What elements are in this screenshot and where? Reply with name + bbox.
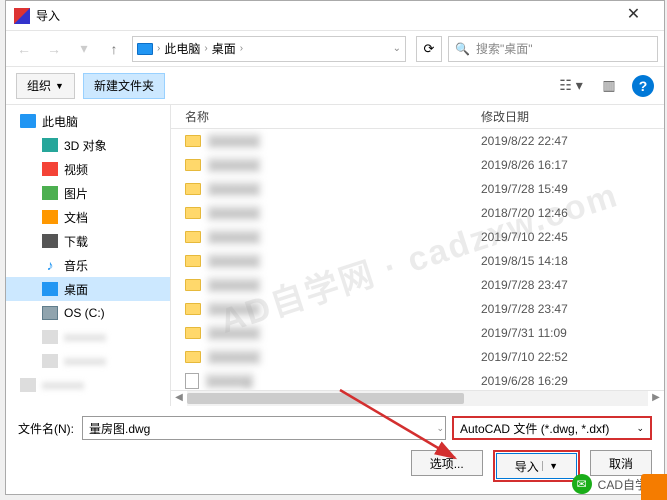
chevron-down-icon: ▼: [542, 461, 558, 471]
filename-input[interactable]: [82, 416, 446, 440]
filename-label: 文件名(N):: [18, 420, 74, 437]
filetype-select[interactable]: AutoCAD 文件 (*.dwg, *.dxf) ⌄: [452, 416, 652, 440]
sidebar-item[interactable]: xxxxxxx: [6, 373, 170, 397]
scroll-thumb[interactable]: [187, 393, 464, 404]
file-row[interactable]: xxxxxxxx2019/8/15 14:18: [171, 249, 664, 273]
sidebar: 此电脑3D 对象视频图片文档下载♪音乐桌面OS (C:)xxxxxxxxxxxx…: [6, 105, 171, 406]
file-row[interactable]: xxxxxxxx2019/7/28 15:49: [171, 177, 664, 201]
folder-icon: [185, 351, 201, 363]
sidebar-item[interactable]: xxxxxxx: [6, 349, 170, 373]
dialog-body: 此电脑3D 对象视频图片文档下载♪音乐桌面OS (C:)xxxxxxxxxxxx…: [6, 105, 664, 406]
help-button[interactable]: ?: [632, 75, 654, 97]
sidebar-item[interactable]: 此电脑: [6, 109, 170, 133]
sidebar-icon: [42, 330, 58, 344]
file-row[interactable]: xxxxxxxx2019/8/22 22:47: [171, 129, 664, 153]
file-row[interactable]: xxxxxxxx2019/7/10 22:45: [171, 225, 664, 249]
sidebar-icon: [42, 186, 58, 200]
file-row[interactable]: xxxxxxxx2019/7/10 22:52: [171, 345, 664, 369]
chevron-right-icon: ›: [204, 43, 207, 54]
sidebar-icon: ♪: [42, 258, 58, 272]
pc-icon: [137, 43, 153, 55]
sidebar-item[interactable]: 图片: [6, 181, 170, 205]
folder-icon: [185, 159, 201, 171]
folder-icon: [185, 231, 201, 243]
search-placeholder: 搜索"桌面": [476, 40, 533, 57]
folder-icon: [185, 279, 201, 291]
file-row[interactable]: xxxxxxxx2019/7/28 23:47: [171, 273, 664, 297]
sidebar-icon: [20, 378, 36, 392]
sidebar-item[interactable]: 3D 对象: [6, 133, 170, 157]
file-row[interactable]: xxxxxxxx2019/7/31 11:09: [171, 321, 664, 345]
file-row[interactable]: xxxxxxxx2019/8/26 16:17: [171, 153, 664, 177]
horizontal-scrollbar[interactable]: ◀ ▶: [171, 390, 664, 406]
view-options-button[interactable]: ☷ ▾: [556, 75, 586, 97]
scroll-right-icon[interactable]: ▶: [648, 391, 664, 406]
sketchup-icon: [14, 8, 30, 24]
new-folder-button[interactable]: 新建文件夹: [83, 73, 165, 99]
sidebar-icon: [42, 354, 58, 368]
sidebar-item[interactable]: 桌面: [6, 277, 170, 301]
preview-pane-button[interactable]: ▥: [594, 75, 624, 97]
col-name[interactable]: 名称: [171, 108, 481, 125]
refresh-button[interactable]: ⟳: [416, 36, 442, 62]
folder-icon: [185, 183, 201, 195]
back-button[interactable]: ←: [12, 37, 36, 61]
sidebar-icon: [20, 114, 36, 128]
titlebar: 导入 ✕: [6, 1, 664, 31]
chevron-right-icon: ›: [240, 43, 243, 54]
sidebar-icon: [42, 162, 58, 176]
crumb-pc[interactable]: 此电脑: [164, 40, 200, 57]
chevron-down-icon[interactable]: ⌄: [393, 43, 401, 54]
column-headers: 名称 修改日期: [171, 105, 664, 129]
options-button[interactable]: 选项...: [411, 450, 483, 476]
import-highlight: 导入 ▼: [493, 450, 580, 482]
chevron-down-icon: ⌄: [636, 423, 644, 434]
navbar: ← → ▾ ↑ › 此电脑 › 桌面 › ⌄ ⟳ 🔍 搜索"桌面": [6, 31, 664, 67]
search-icon: 🔍: [455, 42, 470, 56]
sidebar-icon: [42, 306, 58, 320]
file-row[interactable]: xxxxxxxx2019/7/28 23:47: [171, 297, 664, 321]
folder-icon: [185, 207, 201, 219]
organize-button[interactable]: 组织▼: [16, 73, 75, 99]
chevron-right-icon: ›: [157, 43, 160, 54]
file-list[interactable]: AD自学网 · cadzxw.com xxxxxxxx2019/8/22 22:…: [171, 129, 664, 390]
close-button[interactable]: ✕: [611, 1, 656, 31]
brand-corner: [641, 474, 667, 500]
up-button[interactable]: ↑: [102, 37, 126, 61]
sidebar-item[interactable]: 下载: [6, 229, 170, 253]
main-panel: 名称 修改日期 AD自学网 · cadzxw.com xxxxxxxx2019/…: [171, 105, 664, 406]
sidebar-item[interactable]: 文档: [6, 205, 170, 229]
sidebar-icon: [42, 210, 58, 224]
file-icon: [185, 373, 199, 389]
folder-icon: [185, 255, 201, 267]
recent-dropdown[interactable]: ▾: [72, 37, 96, 61]
sidebar-item[interactable]: 视频: [6, 157, 170, 181]
import-button[interactable]: 导入 ▼: [496, 453, 577, 479]
forward-button[interactable]: →: [42, 37, 66, 61]
scroll-left-icon[interactable]: ◀: [171, 391, 187, 406]
dialog-title: 导入: [36, 7, 611, 24]
toolbar: 组织▼ 新建文件夹 ☷ ▾ ▥ ?: [6, 67, 664, 105]
footer: 文件名(N): ⌄ AutoCAD 文件 (*.dwg, *.dxf) ⌄ 选项…: [6, 406, 664, 494]
import-dialog: 导入 ✕ ← → ▾ ↑ › 此电脑 › 桌面 › ⌄ ⟳ 🔍 搜索"桌面" 组…: [5, 0, 665, 495]
sidebar-item[interactable]: xxxxxxx: [6, 325, 170, 349]
sidebar-item[interactable]: ♪音乐: [6, 253, 170, 277]
breadcrumb[interactable]: › 此电脑 › 桌面 › ⌄: [132, 36, 406, 62]
sidebar-icon: [42, 138, 58, 152]
sidebar-icon: [42, 282, 58, 296]
file-row[interactable]: xxxxxvg2019/6/28 16:29: [171, 369, 664, 390]
search-input[interactable]: 🔍 搜索"桌面": [448, 36, 658, 62]
folder-icon: [185, 135, 201, 147]
cancel-button[interactable]: 取消: [590, 450, 652, 476]
col-date[interactable]: 修改日期: [481, 108, 664, 125]
sidebar-icon: [42, 234, 58, 248]
file-row[interactable]: xxxxxxxx2018/7/20 12:46: [171, 201, 664, 225]
sidebar-item[interactable]: OS (C:): [6, 301, 170, 325]
crumb-desktop[interactable]: 桌面: [212, 40, 236, 57]
wechat-icon: ✉: [572, 474, 592, 494]
folder-icon: [185, 327, 201, 339]
folder-icon: [185, 303, 201, 315]
